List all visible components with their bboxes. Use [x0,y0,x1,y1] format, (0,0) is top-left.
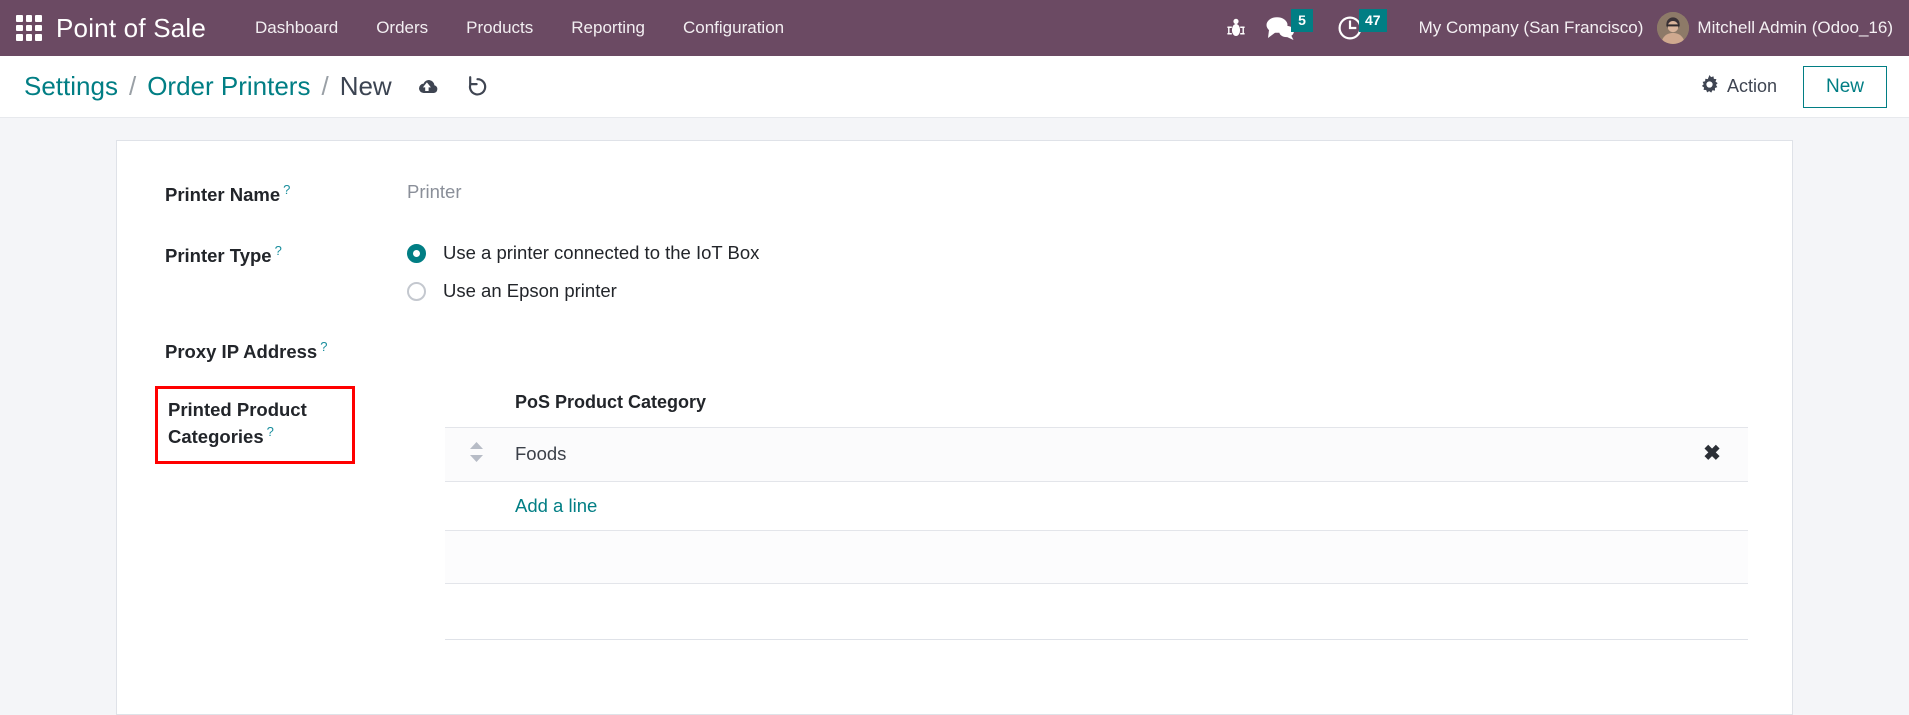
table-body: Foods ✖ Add a line [445,427,1748,640]
breadcrumb-item-order-printers[interactable]: Order Printers [147,71,310,102]
field-printer-name: Printer Name? Printer [141,177,1748,208]
messages-icon[interactable]: 5 [1265,8,1317,41]
nav-item-products[interactable]: Products [447,0,552,56]
bug-icon[interactable] [1227,17,1245,39]
user-avatar[interactable] [1657,12,1690,44]
user-menu[interactable]: Mitchell Admin (Odoo_16) [1697,18,1899,38]
radio-option-iot-box[interactable]: Use a printer connected to the IoT Box [407,242,1748,264]
cell-pos-product-category[interactable]: Foods [507,427,1676,482]
clock-icon[interactable]: 47 [1337,8,1391,41]
top-navbar: Point of Sale Dashboard Orders Products … [0,0,1909,56]
table-row[interactable]: Foods ✖ [445,427,1748,482]
tail-cell [507,583,1676,640]
drag-handle-icon[interactable] [468,441,485,463]
record-actions [414,75,489,98]
handle-column-header [445,385,507,428]
add-line-handle-spacer [445,481,507,531]
printed-categories-label-wrap: Printed Product Categories? [141,385,407,464]
printer-type-label: Printer Type? [165,243,282,267]
form-inner: Printer Name? Printer Printer Type? Use … [117,177,1792,640]
field-proxy-ip: Proxy IP Address? [141,334,1748,365]
radio-icon-selected[interactable] [407,243,426,263]
proxy-ip-label: Proxy IP Address? [165,339,328,363]
add-line-row[interactable]: Add a line [445,481,1748,531]
rotate-left-discard-icon[interactable] [466,75,489,98]
tooltip-marker[interactable]: ? [320,339,327,354]
cloud-upload-save-icon[interactable] [414,77,440,97]
company-selector[interactable]: My Company (San Francisco) [1419,18,1644,38]
radio-option-epson[interactable]: Use an Epson printer [407,280,1748,302]
delete-row-icon[interactable]: ✖ [1703,442,1721,465]
printer-name-value: Printer [407,177,1748,203]
nav-item-dashboard[interactable]: Dashboard [236,0,357,56]
highlight-annotation-box: Printed Product Categories? [155,385,355,464]
app-brand-title[interactable]: Point of Sale [56,13,206,44]
delete-row-cell[interactable]: ✖ [1676,427,1748,482]
nav-item-reporting[interactable]: Reporting [552,0,664,56]
control-panel: Settings / Order Printers / New Action N… [0,56,1909,118]
add-line-cell[interactable]: Add a line [507,481,1676,531]
printed-categories-label: Printed Product Categories? [168,398,307,448]
printer-name-input[interactable]: Printer [407,181,462,202]
tooltip-marker[interactable]: ? [267,424,274,439]
table-empty-row [445,530,1748,584]
breadcrumb-separator: / [128,71,137,101]
breadcrumb-separator: / [321,71,329,101]
printer-type-options: Use a printer connected to the IoT Box U… [407,238,1748,302]
empty-cell [507,530,1676,584]
categories-one2many-table: PoS Product Category Foods ✖ Add a line [445,385,1748,640]
messages-badge: 5 [1290,8,1313,32]
form-sheet: Printer Name? Printer Printer Type? Use … [116,140,1793,715]
field-printed-product-categories: Printed Product Categories? PoS Product … [141,385,1748,640]
field-printer-type: Printer Type? Use a printer connected to… [141,238,1748,302]
radio-label-iot-box: Use a printer connected to the IoT Box [443,242,760,264]
radio-label-epson: Use an Epson printer [443,280,617,302]
proxy-ip-value[interactable] [407,334,1748,338]
tooltip-marker[interactable]: ? [275,243,282,258]
table-header-row: PoS Product Category [445,385,1748,428]
column-header-pos-product-category[interactable]: PoS Product Category [507,385,1676,428]
breadcrumb-item-new: New [339,71,392,101]
table-tail-row [445,583,1748,640]
categories-table: PoS Product Category Foods ✖ Add a line [445,385,1748,640]
add-a-line-link[interactable]: Add a line [507,482,605,530]
delete-column-header [1676,385,1748,428]
nav-item-orders[interactable]: Orders [357,0,447,56]
action-menu-label: Action [1726,76,1777,96]
activities-badge: 47 [1358,8,1387,32]
control-panel-right: Action New [1696,65,1887,108]
tail-delete-cell [1676,583,1748,640]
apps-grid-icon[interactable] [16,15,42,41]
breadcrumb: Settings / Order Printers / New [24,71,392,102]
breadcrumb-item-settings[interactable]: Settings [24,71,118,102]
nav-item-configuration[interactable]: Configuration [664,0,803,56]
empty-delete-cell [1676,530,1748,584]
form-background: Printer Name? Printer Printer Type? Use … [0,118,1909,715]
tail-handle-cell [445,583,507,640]
table-head: PoS Product Category [445,385,1748,428]
empty-handle-cell [445,530,507,584]
printer-name-label: Printer Name? [165,182,291,206]
radio-icon-unselected[interactable] [407,281,426,301]
drag-handle-cell[interactable] [445,427,507,482]
gear-icon [1700,74,1719,99]
add-line-delete-spacer [1676,481,1748,531]
action-menu-button[interactable]: Action [1696,70,1781,104]
new-record-button[interactable]: New [1802,65,1887,108]
navbar-systray: 5 47 My Company (San Francisco) Mitchell… [1217,0,1909,56]
tooltip-marker[interactable]: ? [283,182,290,197]
